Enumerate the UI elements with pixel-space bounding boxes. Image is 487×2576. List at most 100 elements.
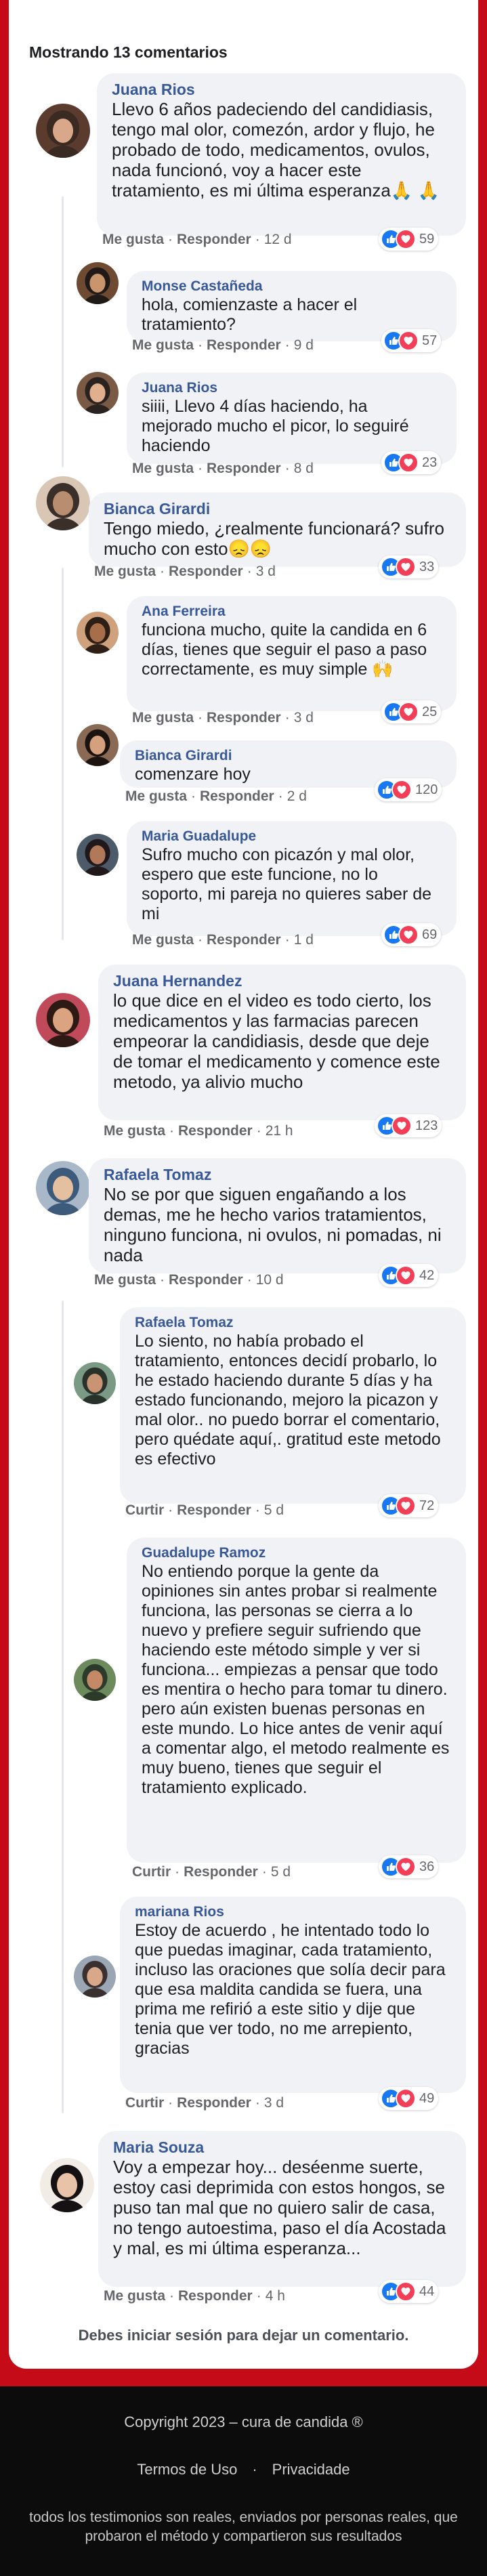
reaction-count: 25	[422, 704, 438, 719]
comment-author[interactable]: Maria Souza	[113, 2138, 451, 2157]
reply-button[interactable]: Responder	[184, 1864, 258, 1880]
action-separator: ·	[191, 788, 196, 804]
avatar[interactable]	[36, 476, 90, 530]
reaction-summary[interactable]: 72	[379, 1494, 439, 1517]
like-button[interactable]: Me gusta	[104, 2288, 165, 2304]
avatar[interactable]	[36, 104, 90, 158]
reaction-summary[interactable]: 120	[375, 778, 442, 801]
avatar[interactable]	[36, 993, 90, 1047]
comment-author[interactable]: Juana Rios	[112, 80, 451, 99]
reaction-summary[interactable]: 57	[381, 329, 442, 352]
reply-button[interactable]: Responder	[207, 461, 281, 476]
comment-actions: Me gusta · Responder · 12 d	[102, 232, 292, 248]
like-button[interactable]: Me gusta	[102, 232, 164, 247]
reaction-summary[interactable]: 69	[381, 923, 442, 946]
avatar[interactable]	[77, 612, 119, 654]
comment-author[interactable]: Bianca Girardi	[104, 499, 451, 518]
curtir-button[interactable]: Curtir	[125, 1502, 164, 1518]
reply-button[interactable]: Responder	[200, 788, 274, 804]
like-button[interactable]: Me gusta	[94, 1272, 156, 1288]
terms-link[interactable]: Termos de Uso	[137, 2461, 237, 2478]
avatar[interactable]	[36, 1161, 90, 1215]
love-reaction-icon	[396, 557, 416, 577]
reaction-summary[interactable]: 42	[379, 1264, 439, 1287]
comment-time: 21 h	[265, 1123, 293, 1139]
like-button[interactable]: Me gusta	[132, 710, 194, 725]
reply-button[interactable]: Responder	[177, 1502, 251, 1518]
comment-bubble: Guadalupe Ramoz No entiendo porque la gen…	[127, 1538, 466, 1863]
comment-actions: Me gusta · Responder · 10 d	[94, 1272, 284, 1288]
comment-author[interactable]: Juana Rios	[142, 379, 442, 397]
like-button[interactable]: Me gusta	[132, 461, 194, 476]
comment-time: 3 d	[255, 564, 276, 579]
avatar[interactable]	[40, 2158, 94, 2212]
avatar[interactable]	[74, 1659, 116, 1701]
comment-time: 1 d	[293, 932, 314, 948]
action-separator: ·	[255, 1502, 260, 1518]
reaction-count: 120	[415, 782, 438, 797]
reply-button[interactable]: Responder	[207, 932, 281, 948]
reaction-summary[interactable]: 49	[379, 2087, 439, 2110]
comment-author[interactable]: Maria Guadalupe	[142, 828, 442, 845]
comment-actions: Me gusta · Responder · 3 d	[94, 564, 276, 580]
reaction-summary[interactable]: 44	[379, 2280, 439, 2303]
thread-line	[62, 196, 64, 467]
comment-author[interactable]: Monse Castañeda	[142, 278, 442, 295]
reply-button[interactable]: Responder	[169, 564, 243, 579]
love-reaction-icon	[396, 2088, 416, 2109]
like-button[interactable]: Me gusta	[132, 932, 194, 948]
reaction-count: 69	[422, 927, 438, 942]
login-note: Debes iniciar sesión para dejar un comen…	[78, 2327, 409, 2344]
avatar[interactable]	[77, 834, 119, 876]
like-button[interactable]: Me gusta	[132, 337, 194, 353]
action-separator: ·	[255, 2095, 260, 2111]
reply-button[interactable]: Responder	[177, 2095, 251, 2111]
reply-button[interactable]: Responder	[178, 1123, 253, 1139]
footer-separator: ·	[252, 2461, 257, 2478]
comment-text: lo que dice en el video es todo cierto, …	[113, 990, 440, 1092]
comment-actions: Me gusta · Responder · 8 d	[132, 461, 314, 477]
avatar[interactable]	[77, 724, 119, 766]
action-separator: ·	[168, 2095, 173, 2111]
curtir-button[interactable]: Curtir	[125, 2095, 164, 2111]
comment-bubble: Rafaela Tomaz Lo siento, no había probado…	[120, 1307, 466, 1504]
reaction-summary[interactable]: 123	[375, 1114, 442, 1137]
reply-button[interactable]: Responder	[178, 2288, 253, 2304]
like-button[interactable]: Me gusta	[94, 564, 156, 579]
avatar[interactable]	[77, 372, 119, 414]
page: Mostrando 13 comentarios Juana Rios Llevo…	[0, 0, 487, 2576]
reply-button[interactable]: Responder	[177, 232, 251, 247]
like-button[interactable]: Me gusta	[125, 788, 187, 804]
comment-author[interactable]: Rafaela Tomaz	[135, 1314, 451, 1332]
comment-author[interactable]: Ana Ferreira	[142, 603, 442, 620]
comment-author[interactable]: mariana Rios	[135, 1903, 451, 1921]
reply-button[interactable]: Responder	[169, 1272, 243, 1288]
comment-actions: Curtir · Responder · 3 d	[125, 2095, 284, 2111]
like-button[interactable]: Me gusta	[104, 1123, 165, 1139]
comment-actions: Curtir · Responder · 5 d	[132, 1864, 291, 1880]
comment-bubble: Juana Hernandez lo que dice en el video e…	[98, 965, 466, 1120]
reaction-summary[interactable]: 33	[379, 555, 439, 578]
comment-time: 3 d	[263, 2095, 284, 2111]
comment-text: Voy a empezar hoy... deséenme suerte, es…	[113, 2157, 446, 2258]
avatar[interactable]	[77, 262, 119, 304]
reply-button[interactable]: Responder	[207, 710, 281, 725]
comment-bubble: mariana Rios Estoy de acuerdo , he intent…	[120, 1897, 466, 2093]
comment-bubble: Juana Rios Llevo 6 años padeciendo del ca…	[97, 73, 466, 236]
curtir-button[interactable]: Curtir	[132, 1864, 171, 1880]
reply-button[interactable]: Responder	[207, 337, 281, 353]
comment-bubble: Juana Rios siiii, Llevo 4 días haciendo, …	[127, 373, 457, 464]
avatar[interactable]	[74, 1956, 116, 1998]
comment-author[interactable]: Bianca Girardi	[135, 747, 442, 765]
reaction-summary[interactable]: 59	[379, 228, 439, 251]
comment-author[interactable]: Juana Hernandez	[113, 971, 451, 990]
avatar[interactable]	[74, 1362, 116, 1404]
comment-author[interactable]: Rafaela Tomaz	[104, 1165, 451, 1184]
reaction-summary[interactable]: 25	[381, 700, 442, 723]
comment-time: 3 d	[293, 710, 314, 725]
reaction-summary[interactable]: 23	[381, 451, 442, 474]
privacy-link[interactable]: Privacidade	[272, 2461, 350, 2478]
reaction-summary[interactable]: 36	[379, 1855, 439, 1878]
comment-author[interactable]: Guadalupe Ramoz	[142, 1544, 451, 1562]
reaction-count: 57	[422, 333, 438, 348]
